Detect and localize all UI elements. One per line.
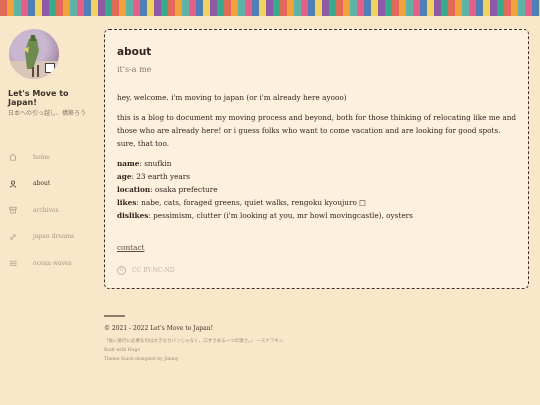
footer-theme-credit[interactable]: Theme Stack designed by Jimmy — [104, 357, 178, 362]
site-title[interactable]: Let's Move to Japan! — [8, 89, 88, 107]
footer-copyright: © 2021 - 2022 Let's Move to Japan! — [104, 325, 213, 332]
site-description: 日本への引っ越し、構築ろう — [8, 110, 87, 117]
about-card: about it's-a me hey, welcome. i'm moving… — [104, 29, 529, 289]
decorative-stripe-banner — [0, 0, 540, 16]
home-icon — [8, 152, 18, 162]
page-content: hey, welcome. i'm moving to japan (or i'… — [117, 91, 517, 222]
contact-link[interactable]: contact — [117, 243, 144, 252]
license-badge[interactable]: © CC BY-NC-ND — [117, 266, 175, 275]
emoji-badge-icon — [45, 63, 55, 73]
profile-info: name: snufkin age: 23 earth years locati… — [117, 157, 517, 222]
nav-item-archives[interactable]: archives — [8, 197, 98, 224]
nav-item-ocean-waves[interactable]: ocean waves — [8, 250, 98, 277]
creative-commons-icon: © — [117, 266, 126, 275]
footer-divider — [104, 315, 125, 317]
info-location: location: osaka prefecture — [117, 185, 218, 194]
user-icon — [8, 179, 18, 189]
nav-item-japan-dreams[interactable]: japan dreams — [8, 224, 98, 251]
footer-quote: 「長い旅行に必要なのは大きなカバンじゃなく、口ずさめる一つの歌さ。」 ―スナフキ… — [104, 339, 284, 344]
nav-item-home[interactable]: home — [8, 144, 98, 171]
nav-item-about[interactable]: about — [8, 171, 98, 198]
nav-item-label: about — [33, 180, 51, 188]
main-nav: home about archives japan dreams ocean w… — [8, 144, 98, 277]
intro-text: hey, welcome. i'm moving to japan (or i'… — [117, 93, 347, 102]
info-dislikes: dislikes: pessimism, clutter (i'm lookin… — [117, 211, 413, 220]
link-icon — [8, 232, 18, 242]
description-paragraph: this is a blog to document my moving pro… — [117, 113, 517, 148]
footer-built-with[interactable]: Built with Hugo — [104, 348, 140, 353]
info-likes: likes: nabe, cats, foraged greens, quiet… — [117, 198, 367, 207]
sidebar: Let's Move to Japan! 日本への引っ越し、構築ろう home … — [0, 16, 100, 405]
avatar[interactable] — [9, 29, 59, 79]
avatar-image — [9, 29, 59, 79]
nav-item-label: archives — [33, 206, 59, 214]
nav-item-label: home — [33, 153, 50, 161]
license-text: CC BY-NC-ND — [132, 267, 175, 274]
info-name: name: snufkin — [117, 159, 172, 168]
waves-icon — [8, 258, 18, 268]
page-title: about — [117, 46, 152, 58]
page-subtitle: it's-a me — [117, 65, 152, 74]
archive-icon — [8, 205, 18, 215]
info-age: age: 23 earth years — [117, 172, 191, 181]
nav-item-label: ocean waves — [33, 259, 72, 267]
nav-item-label: japan dreams — [33, 233, 75, 241]
